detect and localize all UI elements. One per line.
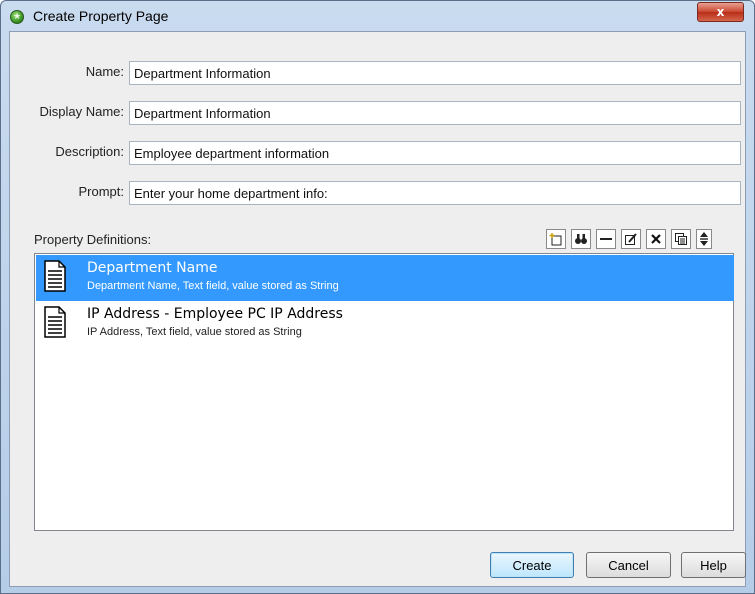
document-icon [44,260,66,292]
document-icon [44,306,66,338]
close-button[interactable]: x [697,2,744,22]
prompt-label: Prompt: [78,184,124,199]
dialog-body: Name: Department Information Display Nam… [9,31,746,587]
display-name-field[interactable]: Department Information [129,101,741,125]
property-definitions-list[interactable]: Department Name Department Name, Text fi… [34,253,734,531]
remove-icon[interactable] [596,229,616,249]
property-definitions-label: Property Definitions: [34,232,152,247]
new-item-icon[interactable] [546,229,566,249]
item-title: IP Address - Employee PC IP Address [87,306,343,322]
list-item[interactable]: IP Address - Employee PC IP Address IP A… [36,301,734,347]
description-field[interactable]: Employee department information [129,141,741,165]
cancel-button[interactable]: Cancel [586,552,671,578]
name-field[interactable]: Department Information [129,61,741,85]
reorder-icon[interactable] [696,229,712,249]
help-button[interactable]: Help [681,552,746,578]
edit-icon[interactable] [621,229,641,249]
window-title: Create Property Page [33,8,169,24]
description-label: Description: [55,144,124,159]
item-subtitle: Department Name, Text field, value store… [87,280,339,292]
star-badge-icon: ★ [10,10,24,24]
item-title: Department Name [87,260,218,276]
delete-icon[interactable] [646,229,666,249]
create-button[interactable]: Create [490,552,574,578]
dialog-window: ★ Create Property Page x Name: Departmen… [0,0,755,594]
close-icon: x [716,5,725,19]
property-toolbar [546,229,712,251]
display-name-label: Display Name: [39,104,124,119]
find-icon[interactable] [571,229,591,249]
prompt-field[interactable]: Enter your home department info: [129,181,741,205]
copy-icon[interactable] [671,229,691,249]
list-item[interactable]: Department Name Department Name, Text fi… [36,255,734,301]
title-bar[interactable]: ★ Create Property Page x [1,1,754,31]
item-subtitle: IP Address, Text field, value stored as … [87,326,302,338]
name-label: Name: [85,64,124,79]
